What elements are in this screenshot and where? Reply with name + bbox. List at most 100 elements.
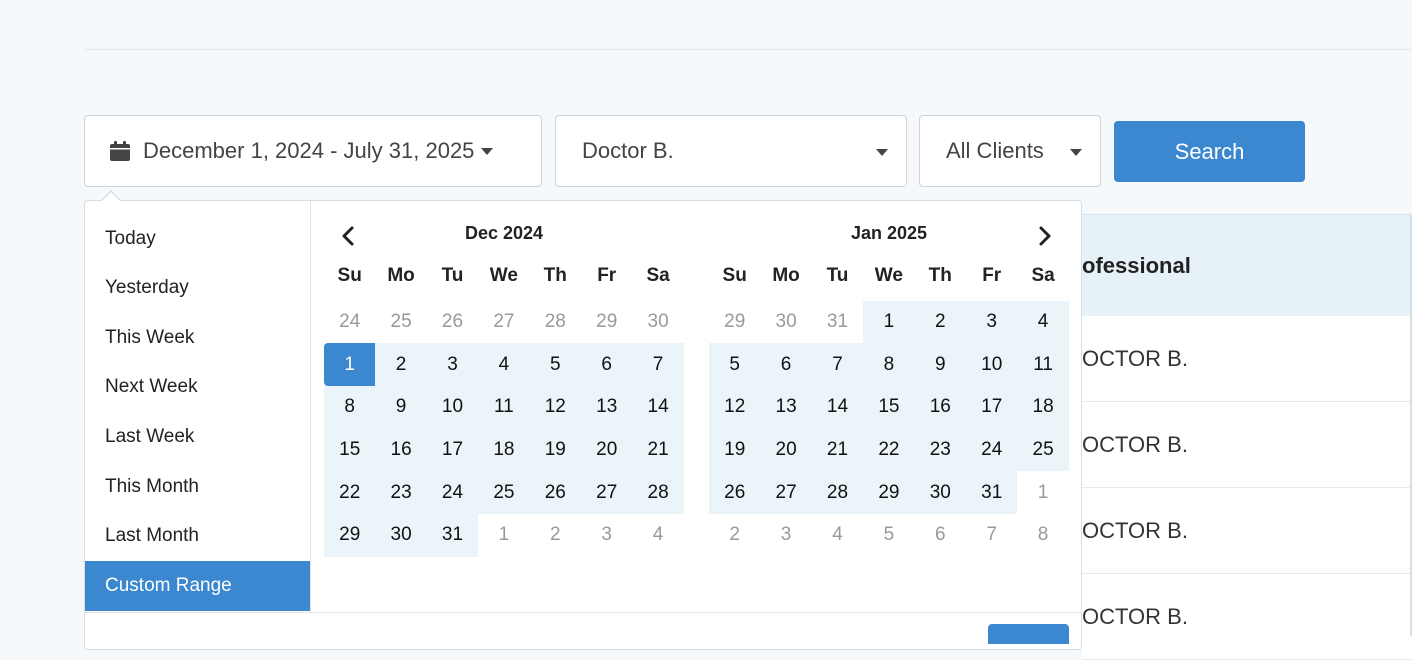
calendar-day[interactable]: 4 (1017, 300, 1069, 344)
table-row[interactable]: OCTOR B. (1082, 402, 1412, 488)
calendar-day[interactable]: 30 (914, 471, 966, 514)
calendar-day[interactable]: 4 (478, 343, 530, 386)
calendar-day[interactable]: 26 (709, 471, 761, 514)
calendar-day[interactable]: 6 (581, 343, 633, 386)
calendar-day[interactable]: 29 (324, 514, 376, 557)
calendar-day[interactable]: 25 (1017, 428, 1069, 472)
calendar-day[interactable]: 20 (581, 428, 633, 472)
calendar-day[interactable]: 15 (324, 428, 376, 472)
calendar-day[interactable]: 1 (478, 514, 529, 557)
calendar-day[interactable]: 16 (914, 385, 966, 429)
calendar-day[interactable]: 7 (966, 514, 1017, 557)
calendar-day[interactable]: 28 (632, 471, 684, 514)
range-item-yesterday[interactable]: Yesterday (85, 263, 310, 313)
calendar-day[interactable]: 4 (812, 514, 863, 557)
calendar-day[interactable]: 28 (530, 301, 581, 344)
calendar-day[interactable]: 14 (632, 385, 684, 429)
calendar-day[interactable]: 9 (914, 343, 966, 386)
calendar-day[interactable]: 3 (581, 514, 632, 557)
calendar-day[interactable]: 17 (966, 385, 1018, 429)
calendar-day[interactable]: 20 (760, 428, 812, 472)
range-item-last-week[interactable]: Last Week (85, 412, 310, 462)
calendar-day[interactable]: 31 (426, 514, 479, 557)
calendar-day[interactable]: 26 (427, 301, 478, 344)
calendar-day[interactable]: 13 (760, 385, 812, 429)
calendar-day[interactable]: 3 (760, 514, 811, 557)
calendar-day[interactable]: 19 (709, 428, 761, 472)
table-row[interactable]: OCTOR B. (1082, 574, 1412, 660)
calendar-day[interactable]: 24 (426, 471, 479, 514)
range-item-last-month[interactable]: Last Month (85, 511, 310, 561)
calendar-day[interactable]: 11 (478, 385, 530, 429)
calendar-day[interactable]: 12 (709, 385, 761, 429)
calendar-day[interactable]: 2 (914, 300, 966, 344)
calendar-day[interactable]: 1 (863, 300, 915, 344)
calendar-day[interactable]: 8 (324, 385, 376, 429)
calendar-day[interactable]: 18 (1017, 385, 1069, 429)
calendar-day[interactable]: 1 (1017, 471, 1068, 514)
calendar-day[interactable]: 2 (375, 343, 427, 386)
range-item-custom-range[interactable]: Custom Range (85, 561, 310, 611)
calendar-day[interactable]: 5 (709, 343, 761, 386)
calendar-day[interactable]: 5 (529, 343, 581, 386)
calendar-day[interactable]: 15 (863, 385, 915, 429)
calendar-day[interactable]: 30 (632, 301, 683, 344)
calendar-day[interactable]: 8 (1017, 514, 1068, 557)
range-item-this-week[interactable]: This Week (85, 313, 310, 363)
calendar-day[interactable]: 31 (812, 301, 863, 344)
calendar-day[interactable]: 29 (863, 471, 915, 514)
calendar-day[interactable]: 6 (915, 514, 966, 557)
range-item-next-week[interactable]: Next Week (85, 362, 310, 412)
calendar-day[interactable]: 23 (375, 471, 427, 514)
calendar-day[interactable]: 25 (478, 471, 530, 514)
table-row[interactable]: OCTOR B. (1082, 316, 1412, 402)
calendar-day[interactable]: 2 (530, 514, 581, 557)
calendar-day[interactable]: 23 (914, 428, 966, 472)
calendar-day[interactable]: 12 (529, 385, 581, 429)
apply-button[interactable] (988, 624, 1069, 644)
calendar-day[interactable]: 7 (811, 343, 864, 386)
calendar-day[interactable]: 30 (375, 514, 427, 557)
calendar-day[interactable]: 6 (760, 343, 812, 386)
search-button[interactable]: Search (1114, 121, 1305, 182)
calendar-day[interactable]: 31 (966, 471, 1018, 514)
table-row[interactable]: OCTOR B. (1082, 488, 1412, 574)
calendar-day[interactable]: 7 (632, 343, 684, 386)
calendar-day[interactable]: 3 (426, 343, 479, 386)
calendar-day[interactable]: 16 (375, 428, 427, 472)
calendar-day[interactable]: 22 (324, 471, 376, 514)
calendar-day[interactable]: 17 (426, 428, 479, 472)
calendar-day[interactable]: 10 (426, 385, 479, 429)
calendar-day[interactable]: 30 (760, 301, 811, 344)
calendar-day[interactable]: 27 (760, 471, 812, 514)
calendar-day[interactable]: 19 (529, 428, 581, 472)
calendar-day[interactable]: 13 (581, 385, 633, 429)
calendar-day[interactable]: 29 (709, 301, 760, 344)
clients-select[interactable]: All Clients (919, 115, 1101, 187)
calendar-day[interactable]: 5 (863, 514, 914, 557)
calendar-day[interactable]: 25 (375, 301, 426, 344)
calendar-day[interactable]: 28 (811, 471, 864, 514)
calendar-day[interactable]: 21 (632, 428, 684, 472)
calendar-day[interactable]: 10 (966, 343, 1018, 386)
calendar-day[interactable]: 2 (709, 514, 760, 557)
range-item-this-month[interactable]: This Month (85, 462, 310, 512)
calendar-day[interactable]: 29 (581, 301, 632, 344)
calendar-day[interactable]: 24 (966, 428, 1018, 472)
calendar-day[interactable]: 11 (1017, 343, 1069, 386)
range-item-today[interactable]: Today (85, 214, 310, 264)
calendar-day[interactable]: 18 (478, 428, 530, 472)
calendar-day[interactable]: 3 (966, 300, 1018, 344)
calendar-day[interactable]: 8 (863, 343, 915, 386)
calendar-day[interactable]: 9 (375, 385, 427, 429)
calendar-day-selected[interactable]: 1 (324, 343, 376, 386)
calendar-day[interactable]: 27 (478, 301, 529, 344)
calendar-day[interactable]: 26 (529, 471, 581, 514)
date-range-picker-input[interactable]: December 1, 2024 - July 31, 2025 (84, 115, 542, 187)
calendar-day[interactable]: 24 (324, 301, 375, 344)
calendar-day[interactable]: 22 (863, 428, 915, 472)
calendar-day[interactable]: 27 (581, 471, 633, 514)
calendar-day[interactable]: 14 (811, 385, 864, 429)
calendar-day[interactable]: 4 (632, 514, 683, 557)
calendar-day[interactable]: 21 (811, 428, 864, 472)
